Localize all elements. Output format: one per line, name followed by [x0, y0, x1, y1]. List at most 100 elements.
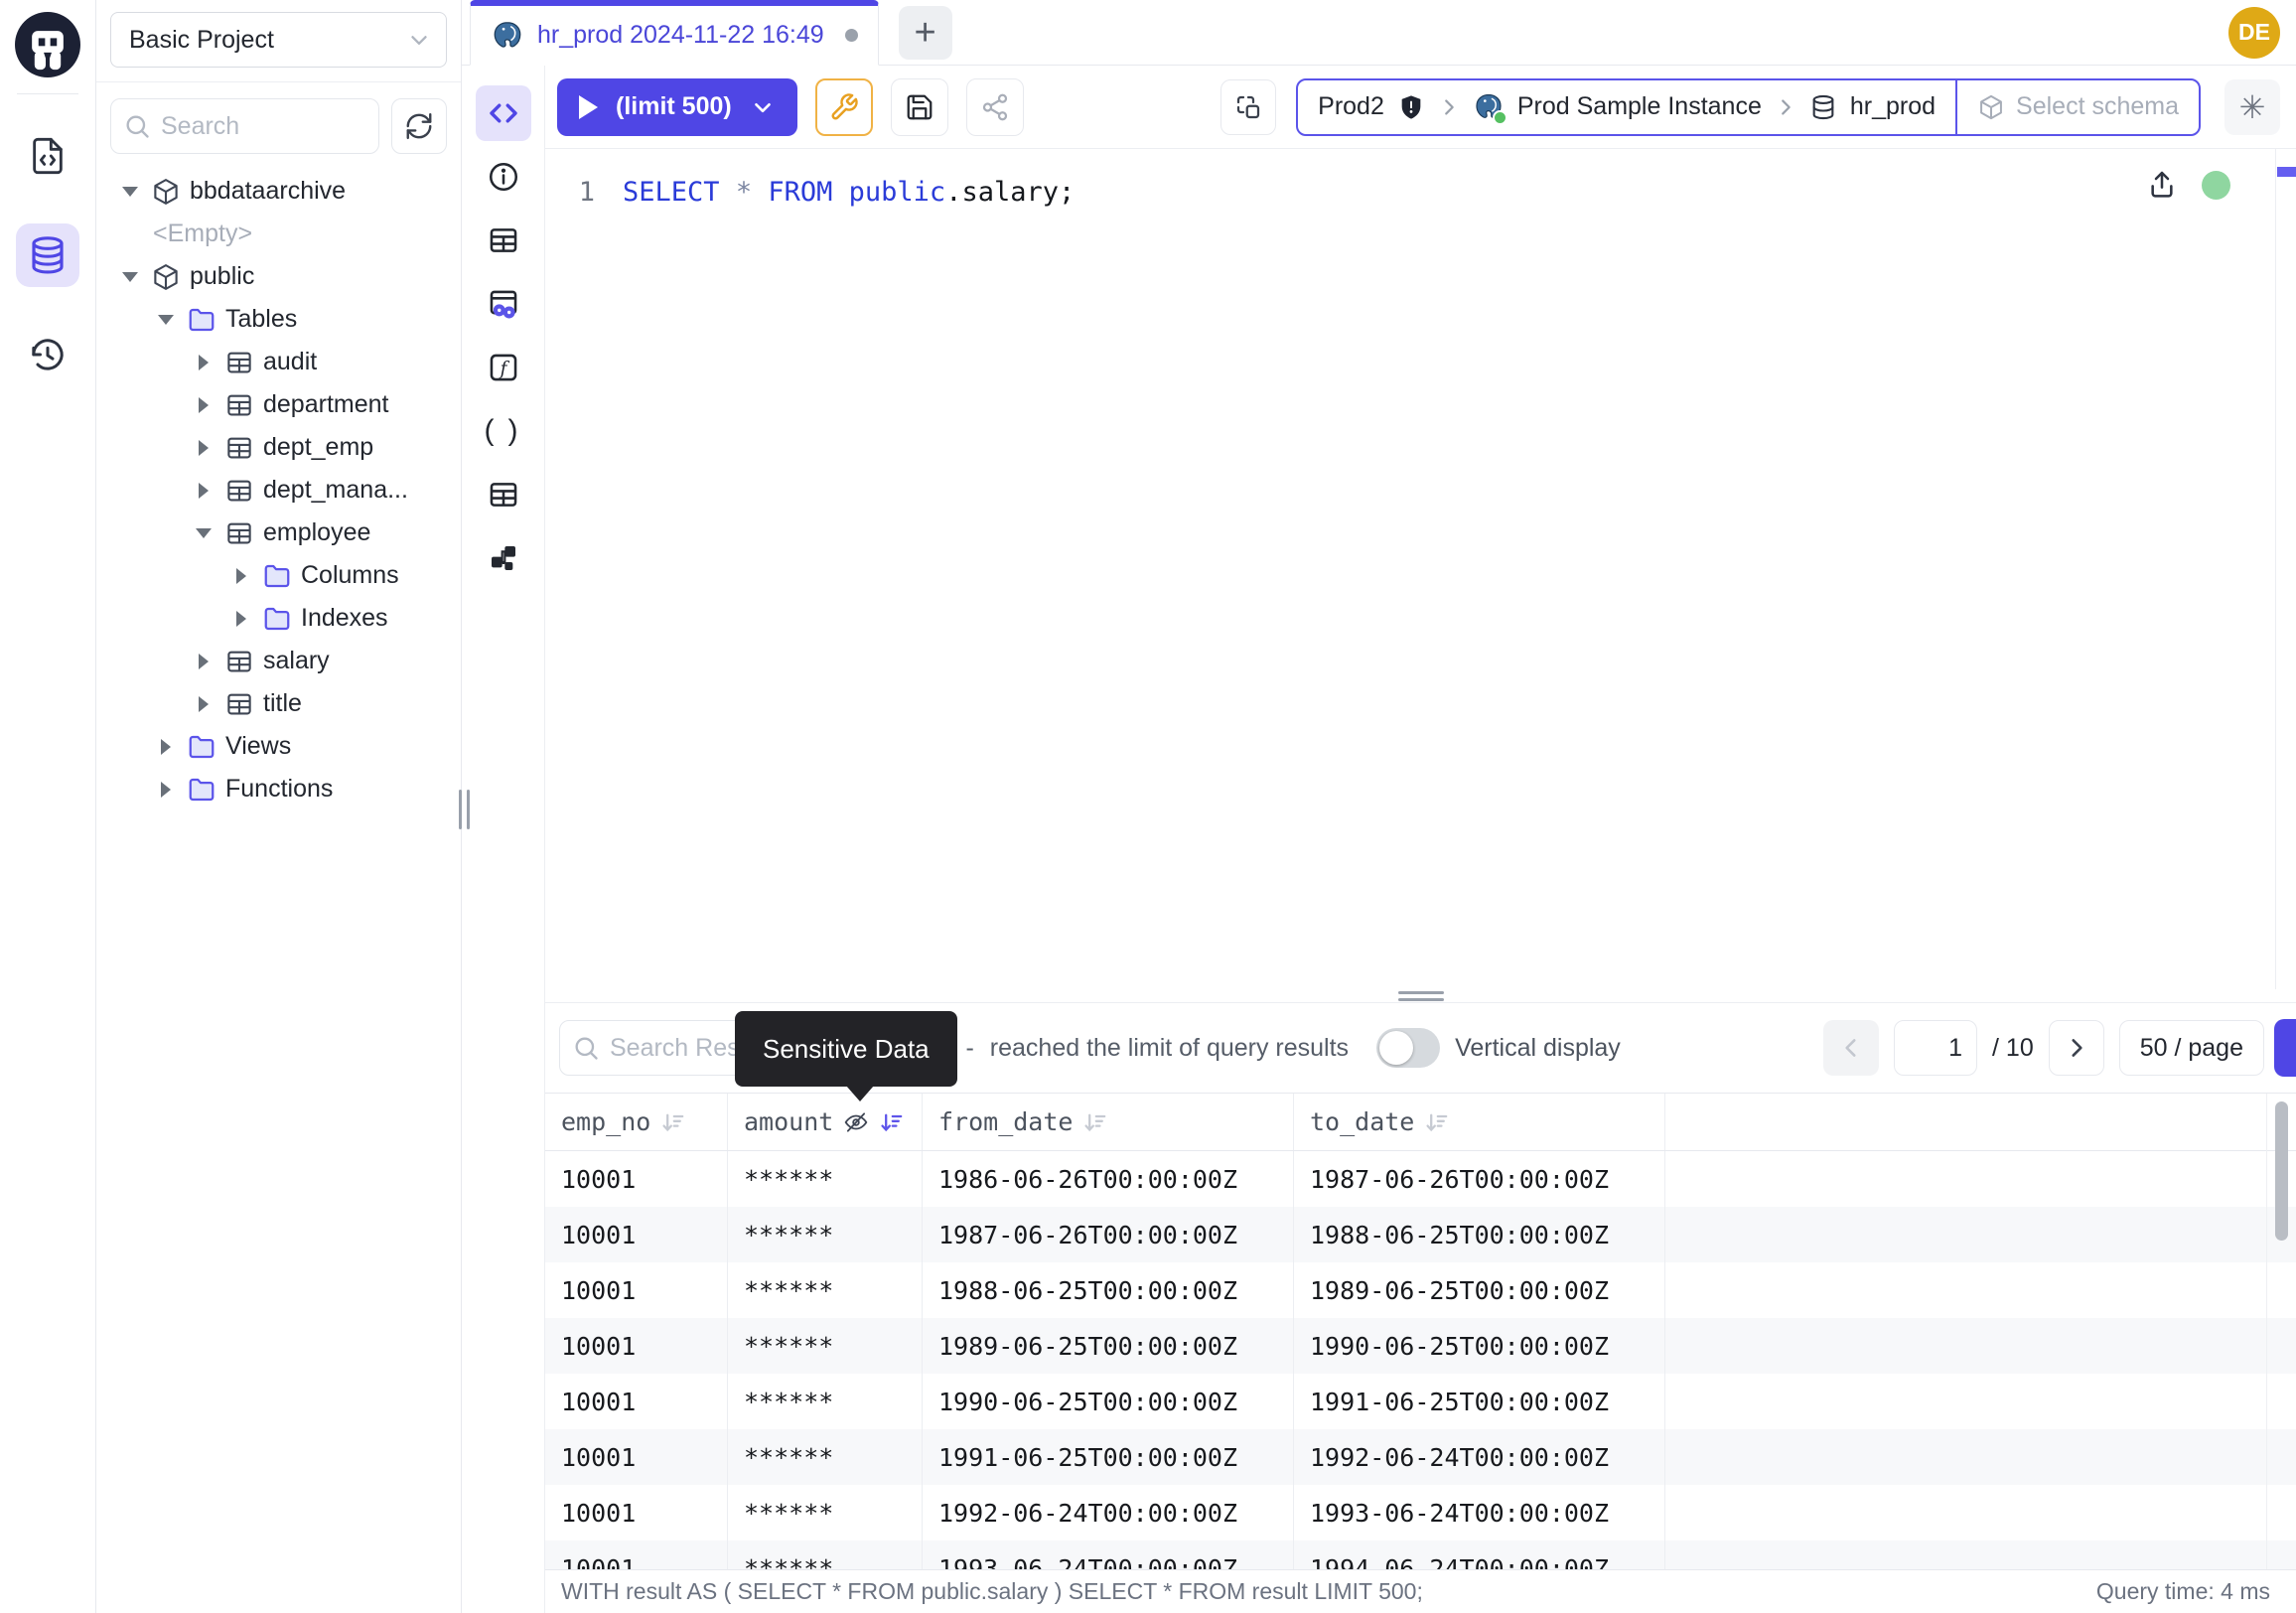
- cell-amount-masked[interactable]: ******: [728, 1207, 923, 1262]
- sort-icon[interactable]: [1424, 1110, 1448, 1134]
- cell-to-date[interactable]: 1993-06-24T00:00:00Z: [1294, 1485, 1665, 1540]
- caret-down-icon[interactable]: [118, 180, 142, 204]
- code-panel-button[interactable]: [476, 85, 531, 141]
- tree-item-bbdataarchive[interactable]: bbdataarchive: [96, 170, 461, 213]
- ai-assistant-button[interactable]: ✳: [2224, 79, 2280, 135]
- page-size-select[interactable]: 50 / page: [2119, 1020, 2264, 1076]
- schema-diagram-button[interactable]: [476, 530, 531, 586]
- caret-right-icon[interactable]: [192, 692, 215, 716]
- sql-line[interactable]: 1 SELECT * FROM public.salary;: [545, 149, 2296, 210]
- tree-item-tables[interactable]: Tables: [96, 298, 461, 341]
- cell-amount-masked[interactable]: ******: [728, 1262, 923, 1318]
- table-row[interactable]: 10001 ****** 1988-06-25T00:00:00Z 1989-0…: [545, 1262, 2296, 1318]
- cell-from-date[interactable]: 1988-06-25T00:00:00Z: [923, 1262, 1294, 1318]
- column-header-from-date[interactable]: from_date: [923, 1094, 1294, 1150]
- cell-to-date[interactable]: 1991-06-25T00:00:00Z: [1294, 1374, 1665, 1429]
- tree-item-audit[interactable]: audit: [96, 341, 461, 383]
- table-scrollbar-thumb[interactable]: [2275, 1101, 2288, 1241]
- procedures-panel-button[interactable]: ( ): [476, 403, 531, 459]
- cell-to-date[interactable]: 1988-06-25T00:00:00Z: [1294, 1207, 1665, 1262]
- cell-emp-no[interactable]: 10001: [545, 1540, 728, 1569]
- cell-amount-masked[interactable]: ******: [728, 1429, 923, 1485]
- sort-icon[interactable]: [879, 1110, 903, 1134]
- sort-icon[interactable]: [1082, 1110, 1106, 1134]
- cell-emp-no[interactable]: 10001: [545, 1318, 728, 1374]
- caret-right-icon[interactable]: [154, 778, 178, 802]
- cell-to-date[interactable]: 1994-06-24T00:00:00Z: [1294, 1540, 1665, 1569]
- tree-item-department[interactable]: department: [96, 383, 461, 426]
- table-row[interactable]: 10001 ****** 1990-06-25T00:00:00Z 1991-0…: [545, 1374, 2296, 1429]
- project-select[interactable]: Basic Project: [110, 12, 447, 68]
- cell-from-date[interactable]: 1991-06-25T00:00:00Z: [923, 1429, 1294, 1485]
- cell-amount-masked[interactable]: ******: [728, 1485, 923, 1540]
- share-sheet-button[interactable]: [966, 78, 1024, 136]
- cell-amount-masked[interactable]: ******: [728, 1151, 923, 1207]
- connection-breadcrumb[interactable]: Prod2: [1296, 78, 2201, 136]
- sort-icon[interactable]: [660, 1110, 684, 1134]
- table-row[interactable]: 10001 ****** 1987-06-26T00:00:00Z 1988-0…: [545, 1207, 2296, 1262]
- sql-editor[interactable]: 1 SELECT * FROM public.salary;: [545, 149, 2296, 989]
- tree-item-views[interactable]: Views: [96, 725, 461, 768]
- column-header-amount[interactable]: amount: [728, 1094, 923, 1150]
- caret-right-icon[interactable]: [229, 564, 253, 588]
- tree-item-dept-manager[interactable]: dept_mana...: [96, 469, 461, 512]
- bytebase-logo[interactable]: [15, 12, 80, 77]
- breadcrumb[interactable]: Prod2: [1298, 80, 1955, 134]
- caret-right-icon[interactable]: [229, 607, 253, 631]
- column-header-emp-no[interactable]: emp_no: [545, 1094, 728, 1150]
- next-page-button[interactable]: [2049, 1020, 2104, 1076]
- functions-panel-button[interactable]: f: [476, 340, 531, 395]
- tree-item-employee[interactable]: employee: [96, 512, 461, 554]
- masked-data-panel-button[interactable]: [476, 276, 531, 332]
- export-button[interactable]: [2274, 1019, 2296, 1077]
- tree-item-functions[interactable]: Functions: [96, 768, 461, 810]
- rail-history-button[interactable]: [16, 323, 79, 386]
- tree-item-salary[interactable]: salary: [96, 640, 461, 682]
- tree-item-public[interactable]: public: [96, 255, 461, 298]
- cell-emp-no[interactable]: 10001: [545, 1262, 728, 1318]
- sidebar-search-input[interactable]: [161, 112, 366, 141]
- refresh-schema-button[interactable]: [391, 98, 447, 154]
- cell-from-date[interactable]: 1990-06-25T00:00:00Z: [923, 1374, 1294, 1429]
- chevron-down-icon[interactable]: [750, 94, 776, 120]
- tree-item-columns[interactable]: Columns: [96, 554, 461, 597]
- table-row[interactable]: 10001 ****** 1993-06-24T00:00:00Z 1994-0…: [545, 1540, 2296, 1569]
- cell-emp-no[interactable]: 10001: [545, 1429, 728, 1485]
- cell-amount-masked[interactable]: ******: [728, 1318, 923, 1374]
- cell-from-date[interactable]: 1989-06-25T00:00:00Z: [923, 1318, 1294, 1374]
- caret-right-icon[interactable]: [192, 393, 215, 417]
- cell-emp-no[interactable]: 10001: [545, 1151, 728, 1207]
- sidebar-search-box[interactable]: [110, 98, 379, 154]
- cell-to-date[interactable]: 1989-06-25T00:00:00Z: [1294, 1262, 1665, 1318]
- eye-off-icon[interactable]: [843, 1109, 869, 1135]
- vertical-display-toggle[interactable]: [1376, 1028, 1440, 1068]
- caret-right-icon[interactable]: [192, 650, 215, 673]
- select-schema-button[interactable]: Select schema: [1957, 80, 2199, 134]
- rail-database-button[interactable]: [16, 223, 79, 287]
- caret-right-icon[interactable]: [192, 436, 215, 460]
- caret-right-icon[interactable]: [154, 735, 178, 759]
- cell-from-date[interactable]: 1993-06-24T00:00:00Z: [923, 1540, 1294, 1569]
- caret-down-icon[interactable]: [118, 265, 142, 289]
- column-header-to-date[interactable]: to_date: [1294, 1094, 1665, 1150]
- table-row[interactable]: 10001 ****** 1991-06-25T00:00:00Z 1992-0…: [545, 1429, 2296, 1485]
- cell-to-date[interactable]: 1990-06-25T00:00:00Z: [1294, 1318, 1665, 1374]
- table-row[interactable]: 10001 ****** 1986-06-26T00:00:00Z 1987-0…: [545, 1151, 2296, 1207]
- cell-emp-no[interactable]: 10001: [545, 1374, 728, 1429]
- sidebar-resize-handle[interactable]: [459, 790, 470, 829]
- table-row[interactable]: 10001 ****** 1992-06-24T00:00:00Z 1993-0…: [545, 1485, 2296, 1540]
- cell-to-date[interactable]: 1992-06-24T00:00:00Z: [1294, 1429, 1665, 1485]
- caret-right-icon[interactable]: [192, 351, 215, 374]
- caret-down-icon[interactable]: [154, 308, 178, 332]
- upload-sql-icon[interactable]: [2146, 169, 2178, 201]
- external-tables-panel-button[interactable]: [476, 467, 531, 522]
- cell-from-date[interactable]: 1986-06-26T00:00:00Z: [923, 1151, 1294, 1207]
- cell-emp-no[interactable]: 10001: [545, 1207, 728, 1262]
- batch-query-button[interactable]: [1220, 79, 1276, 135]
- tree-item-title[interactable]: title: [96, 682, 461, 725]
- run-query-button[interactable]: (limit 500): [557, 78, 797, 136]
- tree-item-dept-emp[interactable]: dept_emp: [96, 426, 461, 469]
- prev-page-button[interactable]: [1823, 1020, 1879, 1076]
- cell-from-date[interactable]: 1987-06-26T00:00:00Z: [923, 1207, 1294, 1262]
- cell-amount-masked[interactable]: ******: [728, 1374, 923, 1429]
